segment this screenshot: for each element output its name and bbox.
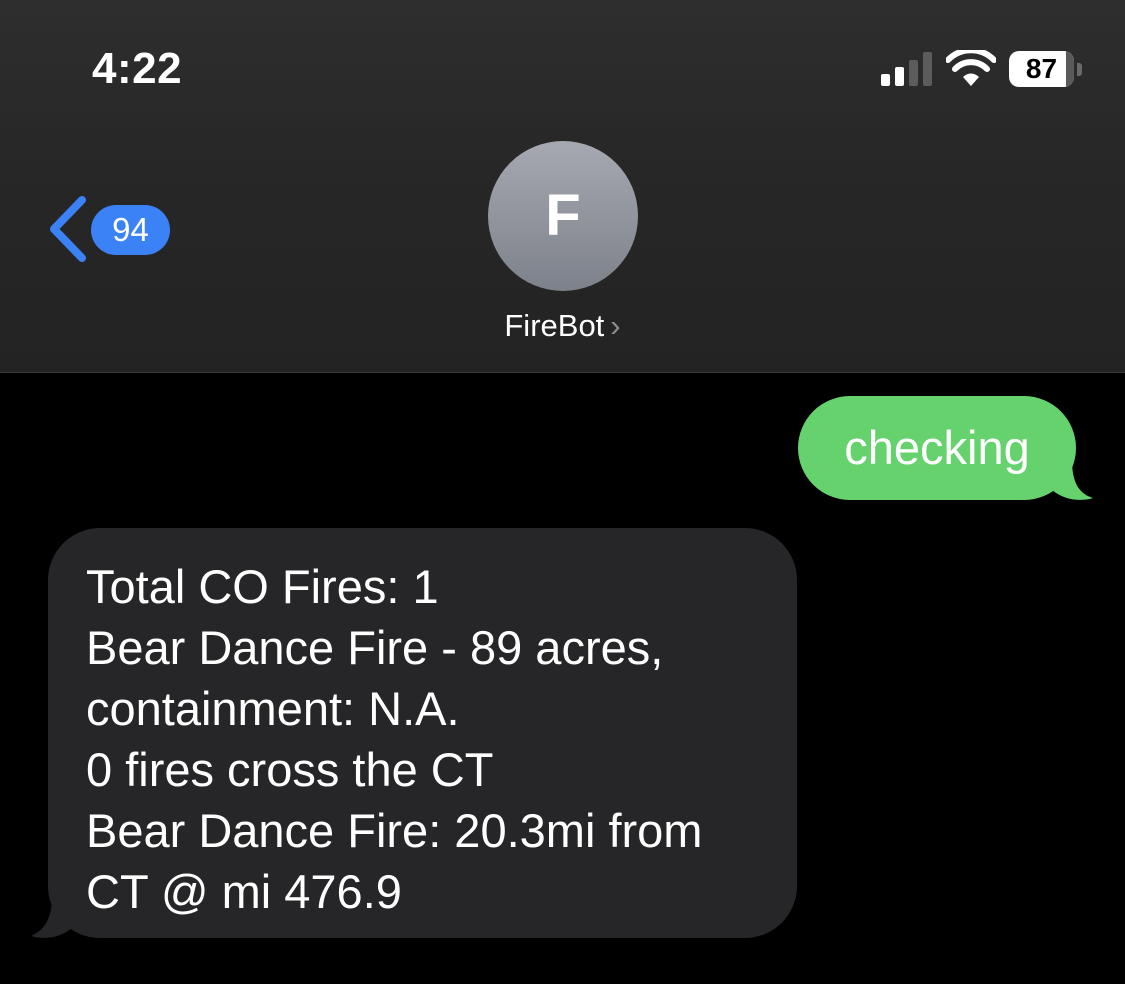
cellular-signal-icon [881,52,933,86]
chevron-left-icon [50,196,86,262]
sent-bubble-tail [1050,460,1093,500]
signal-bar [895,67,904,86]
signal-bar [923,52,932,86]
message-line: Total CO Fires: 1 [86,560,439,613]
battery-icon: 87 [1009,51,1074,87]
status-time: 4:22 [92,44,183,93]
message-line: 0 fires cross the CT [86,743,494,796]
message-line: containment: N.A. [86,682,460,735]
contact-name: FireBot [504,308,605,343]
signal-bar [881,74,890,86]
message-line: Bear Dance Fire: 20.3mi from [86,804,703,857]
sent-message-bubble[interactable]: checking [798,396,1076,500]
battery-percent: 87 [1025,53,1058,84]
signal-bar [909,60,918,86]
message-text: checking [844,421,1030,474]
chevron-right-icon: › [610,308,621,343]
wifi-icon [946,50,996,86]
contact-name-button[interactable]: FireBot › [0,306,1125,346]
received-bubble-tail [31,896,74,938]
battery-nub [1077,63,1082,76]
received-message-bubble[interactable]: Total CO Fires: 1 Bear Dance Fire - 89 a… [48,528,797,938]
message-line: CT @ mi 476.9 [86,865,402,918]
unread-count-badge: 94 [91,205,170,255]
back-button[interactable]: 94 [44,196,174,262]
conversation-header: 4:22 87 94 F FireBot › [0,0,1125,373]
message-line: Bear Dance Fire - 89 acres, [86,621,664,674]
contact-avatar[interactable]: F [488,141,638,291]
received-message-text: Total CO Fires: 1 Bear Dance Fire - 89 a… [86,556,786,922]
